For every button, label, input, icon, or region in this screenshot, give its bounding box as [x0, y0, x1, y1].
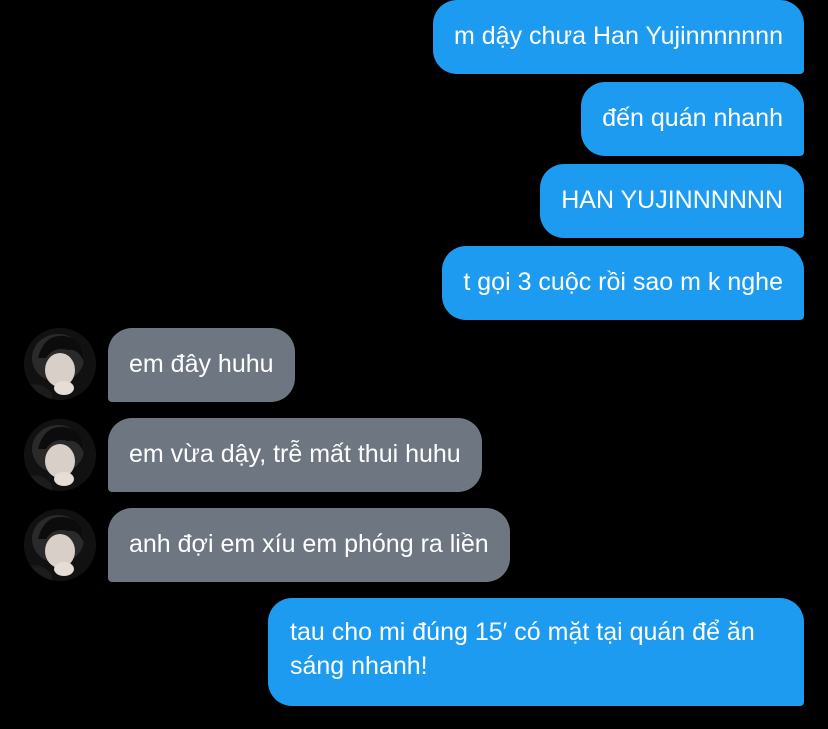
- message-text: đến quán nhanh: [602, 104, 783, 132]
- contact-avatar[interactable]: [24, 419, 96, 491]
- contact-avatar[interactable]: [24, 509, 96, 581]
- message-text: tau cho mi đúng 15′ có mặt tại quán để ă…: [290, 618, 755, 680]
- incoming-message[interactable]: em vừa dậy, trễ mất thui huhu: [108, 418, 482, 492]
- message-text: m dậy chưa Han Yujinnnnnnn: [453, 22, 783, 50]
- avatar-photo-icon: [24, 328, 96, 400]
- message-text: t gọi 3 cuộc rồi sao m k nghe: [463, 268, 783, 296]
- incoming-message[interactable]: em đây huhu: [108, 328, 295, 402]
- incoming-message[interactable]: anh đợi em xíu em phóng ra liền: [108, 508, 510, 582]
- message-text: em đây huhu: [129, 350, 274, 378]
- message-text: HAN YUJINNNNNN: [561, 186, 783, 214]
- outgoing-message[interactable]: HAN YUJINNNNNN: [540, 164, 804, 238]
- message-thread: m dậy chưa Han Yujinnnnnnn đến quán nhan…: [0, 0, 828, 729]
- outgoing-message[interactable]: tau cho mi đúng 15′ có mặt tại quán để ă…: [268, 598, 804, 706]
- avatar-photo-icon: [24, 419, 96, 491]
- outgoing-message[interactable]: đến quán nhanh: [581, 82, 804, 156]
- contact-avatar[interactable]: [24, 328, 96, 400]
- outgoing-message[interactable]: m dậy chưa Han Yujinnnnnnn: [432, 0, 804, 74]
- outgoing-message[interactable]: t gọi 3 cuộc rồi sao m k nghe: [442, 246, 804, 320]
- message-text: anh đợi em xíu em phóng ra liền: [129, 530, 489, 558]
- avatar-photo-icon: [24, 509, 96, 581]
- message-text: em vừa dậy, trễ mất thui huhu: [129, 440, 461, 468]
